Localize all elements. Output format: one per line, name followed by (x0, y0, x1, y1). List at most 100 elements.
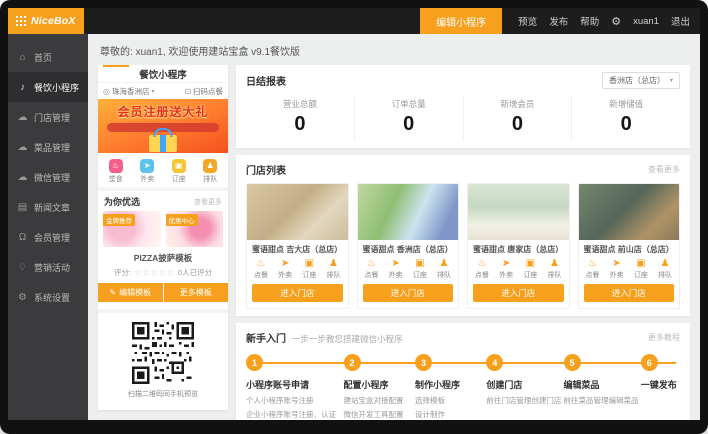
step-account-apply: 1 小程序账号申请 个人小程序账号注册 企业小程序账号注册、认证 微信公众号注册… (246, 354, 344, 420)
featured-more-link[interactable]: 查看更多 (194, 197, 222, 207)
guide-link[interactable]: 前往门店管理创建门店 (486, 395, 563, 406)
store-photo (247, 184, 348, 240)
sidebar-item-label: 餐饮小程序 (34, 81, 79, 94)
edit-template-button[interactable]: ✎ 编辑模板 (98, 283, 163, 302)
more-tutorials-link[interactable]: 更多教程 (648, 332, 680, 343)
nav-dine-in[interactable]: ♨ 堂食 (109, 159, 123, 184)
store-action-queue[interactable]: ♟排队 (437, 258, 451, 280)
panel-accent-bar (103, 65, 129, 67)
nav-takeout[interactable]: ➤ 外卖 (140, 159, 154, 184)
order-icon: ♨ (257, 258, 266, 269)
store-action-takeout[interactable]: ➤外卖 (499, 258, 513, 280)
takeout-icon: ➤ (281, 258, 289, 269)
sidebar-item-dish-management[interactable]: ☁ 菜品管理 (8, 132, 88, 162)
featured-header: 为你优选 查看更多 (98, 191, 228, 211)
guide-link[interactable]: 微信开发工具配置 (344, 409, 415, 420)
location-label: 珠海香洲店 (112, 86, 150, 97)
scan-to-order-button[interactable]: ⊡ 扫码点餐 (184, 86, 223, 97)
document-icon: ▤ (17, 202, 28, 213)
store-action-takeout[interactable]: ➤外卖 (389, 258, 403, 280)
store-card-tangjia: 蜜语甜点 唐家店（总店） ♨点餐 ➤外卖 ▣订座 ♟排队 进入门店 (467, 183, 570, 309)
store-location-dropdown[interactable]: ◎ 珠海香洲店 ▾ (103, 86, 155, 97)
guide-link[interactable]: 企业小程序账号注册、认证 (246, 409, 344, 420)
daily-report-card: 日结报表 香洲店（总店） ▾ 营业总额 0 (236, 65, 690, 148)
enter-store-button[interactable]: 进入门店 (252, 284, 343, 302)
stores-more-link[interactable]: 查看更多 (648, 164, 680, 175)
sidebar-item-marketing[interactable]: ♢ 营销活动 (8, 252, 88, 282)
enter-store-button[interactable]: 进入门店 (473, 284, 564, 302)
sidebar-item-home[interactable]: ⌂ 首页 (8, 42, 88, 72)
sidebar-item-store-management[interactable]: ☁ 门店管理 (8, 102, 88, 132)
sidebar-item-wechat-management[interactable]: ☁ 微信管理 (8, 162, 88, 192)
takeout-icon: ➤ (502, 258, 510, 269)
banner-title: 会员注册送大礼 (98, 99, 228, 120)
sidebar-item-member-management[interactable]: Ω 会员管理 (8, 222, 88, 252)
miniprogram-icon: ♪ (17, 82, 28, 93)
store-photo (358, 184, 459, 240)
step-publish: 6 一键发布 (641, 354, 680, 420)
content: 尊敬的: xuan1, 欢迎使用建站宝盒 v9.1餐饮版 餐饮小程序 ◎ 珠海香… (88, 34, 700, 420)
store-action-queue[interactable]: ♟排队 (547, 258, 561, 280)
sidebar-item-label: 门店管理 (34, 111, 70, 124)
logo[interactable]: NiceBoX (8, 8, 84, 34)
store-action-reservation[interactable]: ▣订座 (302, 258, 316, 280)
guide-link[interactable]: 前往菜品管理编辑菜品 (564, 395, 641, 406)
featured-thumbs: 金牌推荐 优惠中心 (98, 211, 228, 247)
right-column: 日结报表 香洲店（总店） ▾ 营业总额 0 (236, 65, 690, 410)
scan-label: 扫码点餐 (193, 86, 223, 97)
settings-gear-icon[interactable]: ⚙ (611, 15, 621, 28)
guide-link[interactable]: 建站宝盒对接配置 (344, 395, 415, 406)
chevron-down-icon: ▾ (670, 77, 673, 84)
guide-link[interactable]: 设计制作 (415, 409, 486, 420)
store-action-order[interactable]: ♨点餐 (254, 258, 268, 280)
publish-link[interactable]: 发布 (549, 14, 568, 28)
reservation-icon: ▣ (415, 258, 424, 269)
guide-link[interactable]: 个人小程序账号注册 (246, 395, 344, 406)
person-icon: Ω (17, 232, 28, 243)
nav-reservation[interactable]: ▣ 订座 (172, 159, 186, 184)
preview-location-row: ◎ 珠海香洲店 ▾ ⊡ 扫码点餐 (98, 83, 228, 99)
store-action-order[interactable]: ♨点餐 (365, 258, 379, 280)
store-action-queue[interactable]: ♟排队 (326, 258, 340, 280)
guide-subtitle: 一步一步教您搭建微信小程序 (292, 333, 403, 345)
step-configure: 2 配置小程序 建站宝盒对接配置 微信开发工具配置 (344, 354, 415, 420)
promo-banner[interactable]: 会员注册送大礼 (98, 99, 228, 153)
store-action-reservation[interactable]: ▣订座 (413, 258, 427, 280)
home-icon: ⌂ (17, 52, 28, 63)
step-number-badge: 5 (564, 354, 581, 371)
store-action-takeout[interactable]: ➤外卖 (278, 258, 292, 280)
sidebar-item-label: 首页 (34, 51, 52, 64)
store-action-takeout[interactable]: ➤外卖 (610, 258, 624, 280)
star-rating-icons: ☆☆☆☆☆ (134, 268, 175, 277)
store-action-queue[interactable]: ♟排队 (658, 258, 672, 280)
logout-link[interactable]: 退出 (671, 14, 690, 28)
store-action-reservation[interactable]: ▣订座 (634, 258, 648, 280)
store-card-qianshan: 蜜语甜点 前山店（总店） ♨点餐 ➤外卖 ▣订座 ♟排队 进入门店 (578, 183, 681, 309)
bubble-icon: ☁ (17, 172, 28, 183)
enter-store-button[interactable]: 进入门店 (584, 284, 675, 302)
sidebar-item-news-articles[interactable]: ▤ 新闻文章 (8, 192, 88, 222)
reservation-icon: ▣ (172, 159, 186, 173)
queue-icon: ♟ (329, 258, 338, 269)
sidebar-item-restaurant-miniprogram[interactable]: ♪ 餐饮小程序 (8, 72, 88, 102)
store-action-reservation[interactable]: ▣订座 (523, 258, 537, 280)
username[interactable]: xuan1 (633, 16, 659, 27)
store-action-order[interactable]: ♨点餐 (586, 258, 600, 280)
edit-miniprogram-button[interactable]: 编辑小程序 (420, 8, 502, 34)
location-pin-icon: ◎ (103, 87, 110, 96)
more-templates-button[interactable]: 更多模板 (164, 283, 229, 302)
featured-item-cupcake[interactable]: 金牌推荐 (103, 211, 161, 247)
featured-item-cake[interactable]: 优惠中心 (166, 211, 224, 247)
enter-store-button[interactable]: 进入门店 (363, 284, 454, 302)
help-link[interactable]: 帮助 (580, 14, 599, 28)
stat-new-deposits: 新增储值 0 (572, 96, 680, 141)
preview-link[interactable]: 预览 (518, 14, 537, 28)
store-action-order[interactable]: ♨点餐 (475, 258, 489, 280)
guide-link[interactable]: 选择模板 (415, 395, 486, 406)
gear-icon: ⚙ (17, 292, 28, 303)
store-filter-select[interactable]: 香洲店（总店） ▾ (602, 72, 680, 89)
sidebar-item-system-settings[interactable]: ⚙ 系统设置 (8, 282, 88, 312)
takeout-icon: ➤ (612, 258, 620, 269)
nav-queue[interactable]: ♟ 排队 (203, 159, 217, 184)
sidebar-item-label: 新闻文章 (34, 201, 70, 214)
